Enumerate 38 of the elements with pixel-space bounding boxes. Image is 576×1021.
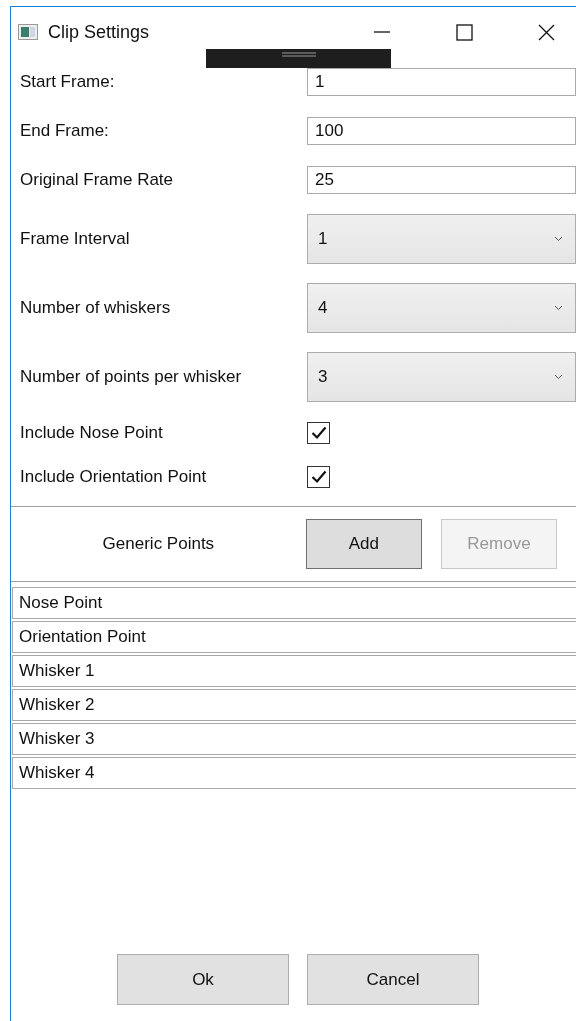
field-label: Number of points per whisker bbox=[20, 366, 243, 387]
chevron-icon bbox=[554, 235, 563, 242]
checkbox[interactable] bbox=[307, 466, 330, 488]
dropdown-value: 4 bbox=[318, 297, 328, 318]
field-label: Include Nose Point bbox=[20, 423, 164, 443]
dropdown-value: 1 bbox=[318, 228, 328, 249]
dropdown[interactable]: 1 bbox=[307, 213, 576, 264]
debug-toolbar[interactable] bbox=[206, 49, 391, 68]
checkbox[interactable] bbox=[307, 422, 330, 444]
list-item[interactable]: Whisker 3 bbox=[12, 723, 576, 755]
field-label: Include Orientation Point bbox=[20, 467, 208, 487]
text-field[interactable]: 25 bbox=[307, 165, 576, 194]
close-icon[interactable] bbox=[538, 23, 555, 41]
chevron-icon bbox=[554, 373, 563, 380]
dropdown[interactable]: 3 bbox=[307, 351, 576, 402]
add-button[interactable]: Add bbox=[305, 519, 422, 569]
chevron-icon bbox=[554, 304, 563, 311]
app-icon bbox=[18, 24, 38, 40]
list-item[interactable]: Whisker 4 bbox=[12, 757, 576, 789]
list-item[interactable]: Whisker 1 bbox=[12, 655, 576, 687]
field-label: Original Frame Rate bbox=[20, 169, 175, 190]
grip-icon[interactable] bbox=[281, 52, 316, 57]
list-item[interactable]: Nose Point bbox=[12, 587, 576, 619]
maximize-icon[interactable] bbox=[456, 23, 473, 41]
dropdown-value: 3 bbox=[318, 366, 328, 387]
section-label: Generic Points bbox=[101, 534, 216, 554]
field-label: Number of whiskers bbox=[20, 297, 172, 318]
dropdown[interactable]: 4 bbox=[307, 282, 576, 333]
window-title: Clip Settings bbox=[48, 21, 150, 43]
list-item[interactable]: Whisker 2 bbox=[12, 689, 576, 721]
ok-button[interactable]: Ok bbox=[117, 954, 289, 1005]
cancel-button[interactable]: Cancel bbox=[307, 954, 479, 1005]
text-field[interactable]: 100 bbox=[307, 116, 576, 145]
field-label: Start Frame: bbox=[20, 71, 116, 92]
field-label: End Frame: bbox=[20, 120, 110, 141]
list-item[interactable]: Orientation Point bbox=[12, 621, 576, 653]
text-field[interactable]: 1 bbox=[307, 67, 576, 96]
field-label: Frame Interval bbox=[20, 228, 131, 249]
